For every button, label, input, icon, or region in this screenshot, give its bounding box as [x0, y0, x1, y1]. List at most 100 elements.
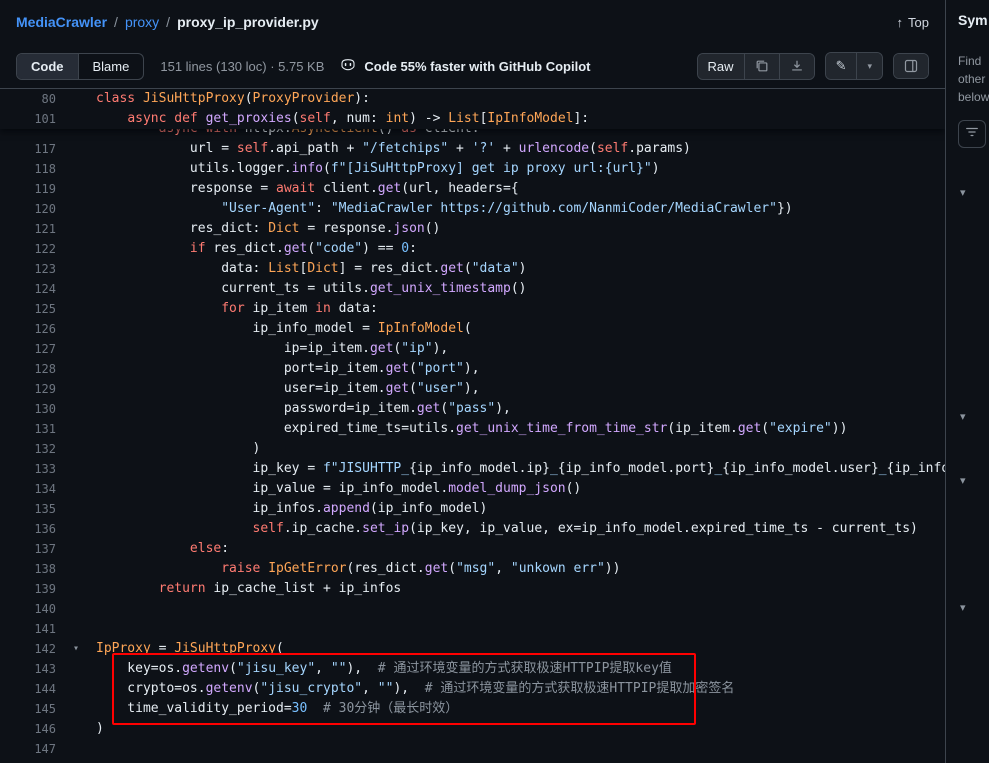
code-line: 101 async def get_proxies(self, num: int… — [0, 109, 945, 129]
fold-gutter — [56, 359, 96, 379]
fold-gutter — [56, 89, 96, 109]
symbols-desc-line: Find — [958, 52, 989, 70]
line-number[interactable]: 133 — [0, 459, 56, 479]
line-number[interactable]: 135 — [0, 499, 56, 519]
edit-dropdown-button[interactable]: ▾ — [856, 53, 882, 79]
chevron-down-icon[interactable]: ▾ — [960, 410, 966, 423]
download-icon — [790, 59, 804, 73]
file-view: MediaCrawler / proxy / proxy_ip_provider… — [0, 0, 945, 763]
code-line: 123 data: List[Dict] = res_dict.get("dat… — [0, 259, 945, 279]
back-to-top-button[interactable]: ↑ Top — [897, 15, 929, 30]
code-text: time_validity_period=30 # 30分钟（最长时效） — [96, 699, 945, 719]
line-number[interactable]: 127 — [0, 339, 56, 359]
line-number[interactable]: 125 — [0, 299, 56, 319]
code-line: 134 ip_value = ip_info_model.model_dump_… — [0, 479, 945, 499]
code-text: else: — [96, 539, 945, 559]
code-text: ip_infos.append(ip_info_model) — [96, 499, 945, 519]
fold-gutter — [56, 339, 96, 359]
tab-blame[interactable]: Blame — [79, 54, 144, 79]
line-number[interactable]: 124 — [0, 279, 56, 299]
download-button[interactable] — [779, 54, 814, 79]
code-line: 142▾IpProxy = JiSuHttpProxy( — [0, 639, 945, 659]
line-number[interactable]: 144 — [0, 679, 56, 699]
line-number[interactable]: 121 — [0, 219, 56, 239]
line-number[interactable]: 132 — [0, 439, 56, 459]
tab-code[interactable]: Code — [17, 54, 79, 79]
line-number[interactable]: 147 — [0, 739, 56, 759]
symbols-desc-line: other — [958, 70, 989, 88]
code-text — [96, 619, 945, 639]
code-line: 127 ip=ip_item.get("ip"), — [0, 339, 945, 359]
chevron-down-icon[interactable]: ▾ — [960, 601, 966, 614]
copilot-banner-label: Code 55% faster with GitHub Copilot — [364, 59, 590, 74]
line-number[interactable]: 129 — [0, 379, 56, 399]
raw-button[interactable]: Raw — [698, 54, 744, 79]
symbols-filter-button[interactable] — [958, 120, 986, 148]
code-text: self.ip_cache.set_ip(ip_key, ip_value, e… — [96, 519, 945, 539]
fold-gutter — [56, 519, 96, 539]
chevron-down-icon[interactable]: ▾ — [960, 474, 966, 487]
fold-chevron-down-icon[interactable]: ▾ — [56, 639, 96, 659]
code-text: "User-Agent": "MediaCrawler https://gith… — [96, 199, 945, 219]
line-number[interactable]: 141 — [0, 619, 56, 639]
breadcrumb-repo-link[interactable]: MediaCrawler — [16, 14, 107, 30]
symbols-panel-description: Find other below — [958, 52, 989, 106]
line-number[interactable]: 140 — [0, 599, 56, 619]
copilot-banner[interactable]: Code 55% faster with GitHub Copilot — [340, 57, 590, 76]
arrow-up-icon: ↑ — [897, 15, 904, 30]
chevron-down-icon[interactable]: ▾ — [960, 186, 966, 199]
line-number[interactable]: 139 — [0, 579, 56, 599]
line-number[interactable]: 136 — [0, 519, 56, 539]
symbols-desc-line: below — [958, 88, 989, 106]
line-number[interactable]: 128 — [0, 359, 56, 379]
line-number[interactable]: 130 — [0, 399, 56, 419]
code-line: 119 response = await client.get(url, hea… — [0, 179, 945, 199]
toolbar-actions: Raw ✎ ▾ — [697, 52, 929, 80]
sticky-context-lines: 80class JiSuHttpProxy(ProxyProvider):101… — [0, 89, 945, 129]
code-text: for ip_item in data: — [96, 299, 945, 319]
code-line: 139 return ip_cache_list + ip_infos — [0, 579, 945, 599]
code-line: 120 "User-Agent": "MediaCrawler https://… — [0, 199, 945, 219]
line-number[interactable]: 123 — [0, 259, 56, 279]
code-text — [96, 739, 945, 759]
code-line: 145 time_validity_period=30 # 30分钟（最长时效） — [0, 699, 945, 719]
line-number[interactable]: 120 — [0, 199, 56, 219]
file-meta-info: 151 lines (130 loc) · 5.75 KB — [160, 59, 324, 74]
line-number[interactable]: 101 — [0, 109, 56, 129]
code-text: res_dict: Dict = response.json() — [96, 219, 945, 239]
code-line: 117 url = self.api_path + "/fetchips" + … — [0, 139, 945, 159]
line-number[interactable]: 138 — [0, 559, 56, 579]
code-toolbar: Code Blame 151 lines (130 loc) · 5.75 KB… — [0, 44, 945, 88]
code-text: return ip_cache_list + ip_infos — [96, 579, 945, 599]
code-text: if res_dict.get("code") == 0: — [96, 239, 945, 259]
code-text: crypto=os.getenv("jisu_crypto", ""), # 通… — [96, 679, 945, 699]
line-number[interactable]: 146 — [0, 719, 56, 739]
symbols-panel-toggle-button[interactable] — [894, 54, 928, 78]
fold-gutter — [56, 109, 96, 129]
line-number[interactable]: 134 — [0, 479, 56, 499]
line-number[interactable]: 122 — [0, 239, 56, 259]
edit-button[interactable]: ✎ — [826, 53, 857, 79]
line-number[interactable]: 117 — [0, 139, 56, 159]
edit-button-group: ✎ ▾ — [825, 52, 883, 80]
fold-gutter — [56, 219, 96, 239]
code-text: async with httpx.AsyncClient() as client… — [96, 129, 945, 139]
fold-gutter — [56, 439, 96, 459]
copy-button[interactable] — [744, 54, 779, 79]
line-number[interactable]: 80 — [0, 89, 56, 109]
line-number[interactable]: 119 — [0, 179, 56, 199]
code-text: async def get_proxies(self, num: int) ->… — [96, 109, 945, 129]
line-number[interactable]: 118 — [0, 159, 56, 179]
code-line: 128 port=ip_item.get("port"), — [0, 359, 945, 379]
copilot-icon — [340, 57, 356, 76]
code-line: 137 else: — [0, 539, 945, 559]
line-number[interactable]: 131 — [0, 419, 56, 439]
line-number[interactable]: 137 — [0, 539, 56, 559]
line-number[interactable]: 126 — [0, 319, 56, 339]
line-number[interactable]: 142 — [0, 639, 56, 659]
breadcrumb-folder-link[interactable]: proxy — [125, 14, 159, 30]
line-number[interactable]: 143 — [0, 659, 56, 679]
line-number[interactable]: 145 — [0, 699, 56, 719]
breadcrumb-separator: / — [114, 14, 118, 30]
code-text: ) — [96, 439, 945, 459]
